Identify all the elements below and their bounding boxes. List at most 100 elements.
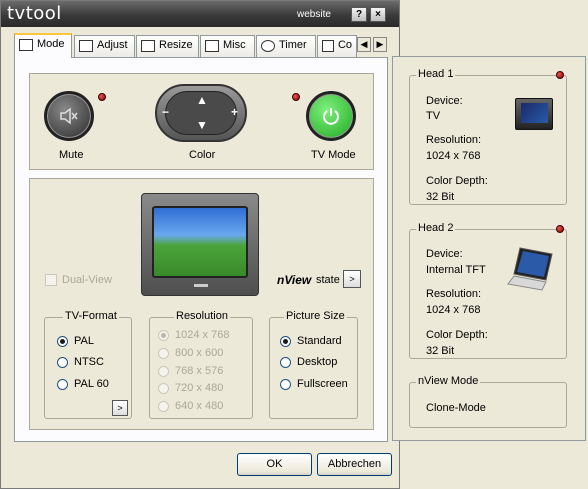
tab-adjust[interactable]: Adjust [74, 35, 135, 57]
tv-format-option-pal[interactable]: PAL [57, 335, 94, 347]
head2-resolution-value: 1024 x 768 [426, 304, 481, 316]
tv-screen [152, 206, 248, 278]
radio-dot [158, 365, 169, 377]
tab-resize[interactable]: Resize [136, 35, 199, 57]
nview-mode-group: nView Mode Clone-Mode [409, 375, 567, 428]
laptop-icon [507, 247, 553, 291]
radio-dot [158, 329, 169, 341]
window-title: tvtool [7, 3, 62, 24]
radio-dot [280, 335, 291, 347]
tv-format-option-pal60[interactable]: PAL 60 [57, 378, 109, 390]
color-pad: ▲ ▼ − + [155, 84, 247, 142]
option-label: 1024 x 768 [175, 329, 230, 341]
head1-device-value: TV [426, 110, 441, 122]
nview-state-label: state [316, 274, 340, 286]
crt-tv-screen [521, 103, 548, 123]
speaker-mute-icon [60, 107, 78, 125]
resolution-option-640[interactable]: 640 x 480 [158, 400, 223, 412]
resolution-option-768[interactable]: 768 x 576 [158, 365, 223, 377]
dual-view-label: Dual-View [62, 274, 112, 286]
tv-mode-label: TV Mode [311, 149, 356, 161]
head1-resolution-value: 1024 x 768 [426, 150, 481, 162]
head2-legend: Head 2 [416, 222, 456, 234]
head2-led-indicator [556, 225, 564, 233]
mute-button[interactable] [44, 91, 94, 141]
timer-icon [261, 40, 275, 52]
nview-mode-value: Clone-Mode [426, 402, 486, 414]
tab-strip: Mode Adjust Resize Misc Timer Co [14, 33, 394, 58]
head1-device-label: Device: [426, 95, 463, 107]
color-down-button[interactable]: ▼ [196, 118, 208, 132]
crt-tv-icon [515, 98, 553, 130]
dual-view-checkbox-box [45, 274, 57, 286]
tv-mode-button[interactable] [306, 91, 356, 141]
tab-config-label: Co [337, 39, 352, 51]
tab-misc-label: Misc [223, 39, 246, 51]
ok-button[interactable]: OK [237, 453, 312, 476]
option-label: Standard [297, 335, 342, 347]
head2-group: Head 2 Device: Internal TFT Resolution: … [409, 222, 567, 359]
head2-device-value: Internal TFT [426, 264, 486, 276]
tab-resize-label: Resize [159, 39, 193, 51]
resolution-legend: Resolution [174, 310, 230, 322]
option-label: 640 x 480 [175, 400, 224, 412]
color-up-button[interactable]: ▲ [196, 93, 208, 107]
nview-brand: nView [277, 273, 312, 287]
radio-dot [57, 378, 68, 390]
tab-config[interactable]: Co [317, 35, 357, 57]
head2-depth-label: Color Depth: [426, 329, 488, 341]
tv-format-legend: TV-Format [63, 310, 119, 322]
mute-label: Mute [59, 149, 84, 161]
color-label: Color [189, 149, 216, 161]
picture-size-option-fullscreen[interactable]: Fullscreen [280, 378, 348, 390]
picture-size-option-standard[interactable]: Standard [280, 335, 342, 347]
resolution-group: Resolution 1024 x 768 800 x 600 768 x 57… [149, 310, 253, 419]
tab-scroll-left[interactable]: ◀ [357, 37, 371, 52]
tv-format-option-ntsc[interactable]: NTSC [57, 356, 104, 368]
tv-format-more-button[interactable]: > [112, 400, 128, 416]
tab-scroll-right[interactable]: ▶ [373, 37, 387, 52]
tvmode-led-indicator [292, 93, 300, 101]
resolution-option-800[interactable]: 800 x 600 [158, 347, 223, 359]
head2-device-label: Device: [426, 248, 463, 260]
dual-view-checkbox[interactable]: Dual-View [45, 274, 112, 286]
tv-brand-plate [194, 284, 208, 287]
tab-adjust-label: Adjust [97, 39, 128, 51]
head2-resolution-label: Resolution: [426, 288, 482, 300]
radio-dot [280, 378, 291, 390]
radio-dot [280, 356, 291, 368]
radio-dot [158, 382, 169, 394]
help-button[interactable]: ? [351, 7, 367, 22]
tab-mode[interactable]: Mode [14, 33, 72, 58]
tv-format-group: TV-Format PAL NTSC PAL 60 > [44, 310, 132, 419]
heads-side-panel: Head 1 Device: TV Resolution: 1024 x 768… [392, 56, 586, 441]
radio-dot [57, 335, 68, 347]
option-label: 768 x 576 [175, 365, 224, 377]
title-bar[interactable]: tvtool website ? × [1, 1, 399, 27]
tab-timer[interactable]: Timer [256, 35, 316, 57]
tvtool-window: tvtool website ? × Mode Adjust Resize Mi… [0, 0, 400, 489]
picture-size-legend: Picture Size [284, 310, 347, 322]
resize-icon [141, 40, 155, 52]
head1-depth-value: 32 Bit [426, 191, 455, 203]
option-label: 800 x 600 [175, 347, 224, 359]
option-label: PAL [74, 335, 94, 347]
picture-size-option-desktop[interactable]: Desktop [280, 356, 337, 368]
picture-size-group: Picture Size Standard Desktop Fullscreen [269, 310, 358, 419]
config-icon [322, 40, 334, 52]
resolution-option-720[interactable]: 720 x 480 [158, 382, 223, 394]
tab-misc[interactable]: Misc [200, 35, 255, 57]
tv-image [141, 193, 259, 296]
website-link[interactable]: website [297, 9, 331, 20]
head1-led-indicator [556, 71, 564, 79]
nview-state-button[interactable]: > [343, 270, 361, 288]
close-button[interactable]: × [370, 7, 386, 22]
head1-group: Head 1 Device: TV Resolution: 1024 x 768… [409, 68, 567, 205]
cancel-button[interactable]: Abbrechen [317, 453, 392, 476]
tab-timer-label: Timer [279, 39, 307, 51]
color-minus-button[interactable]: − [162, 105, 169, 119]
mute-led-indicator [98, 93, 106, 101]
color-plus-button[interactable]: + [231, 105, 238, 119]
resolution-option-1024[interactable]: 1024 x 768 [158, 329, 229, 341]
head1-legend: Head 1 [416, 68, 456, 80]
